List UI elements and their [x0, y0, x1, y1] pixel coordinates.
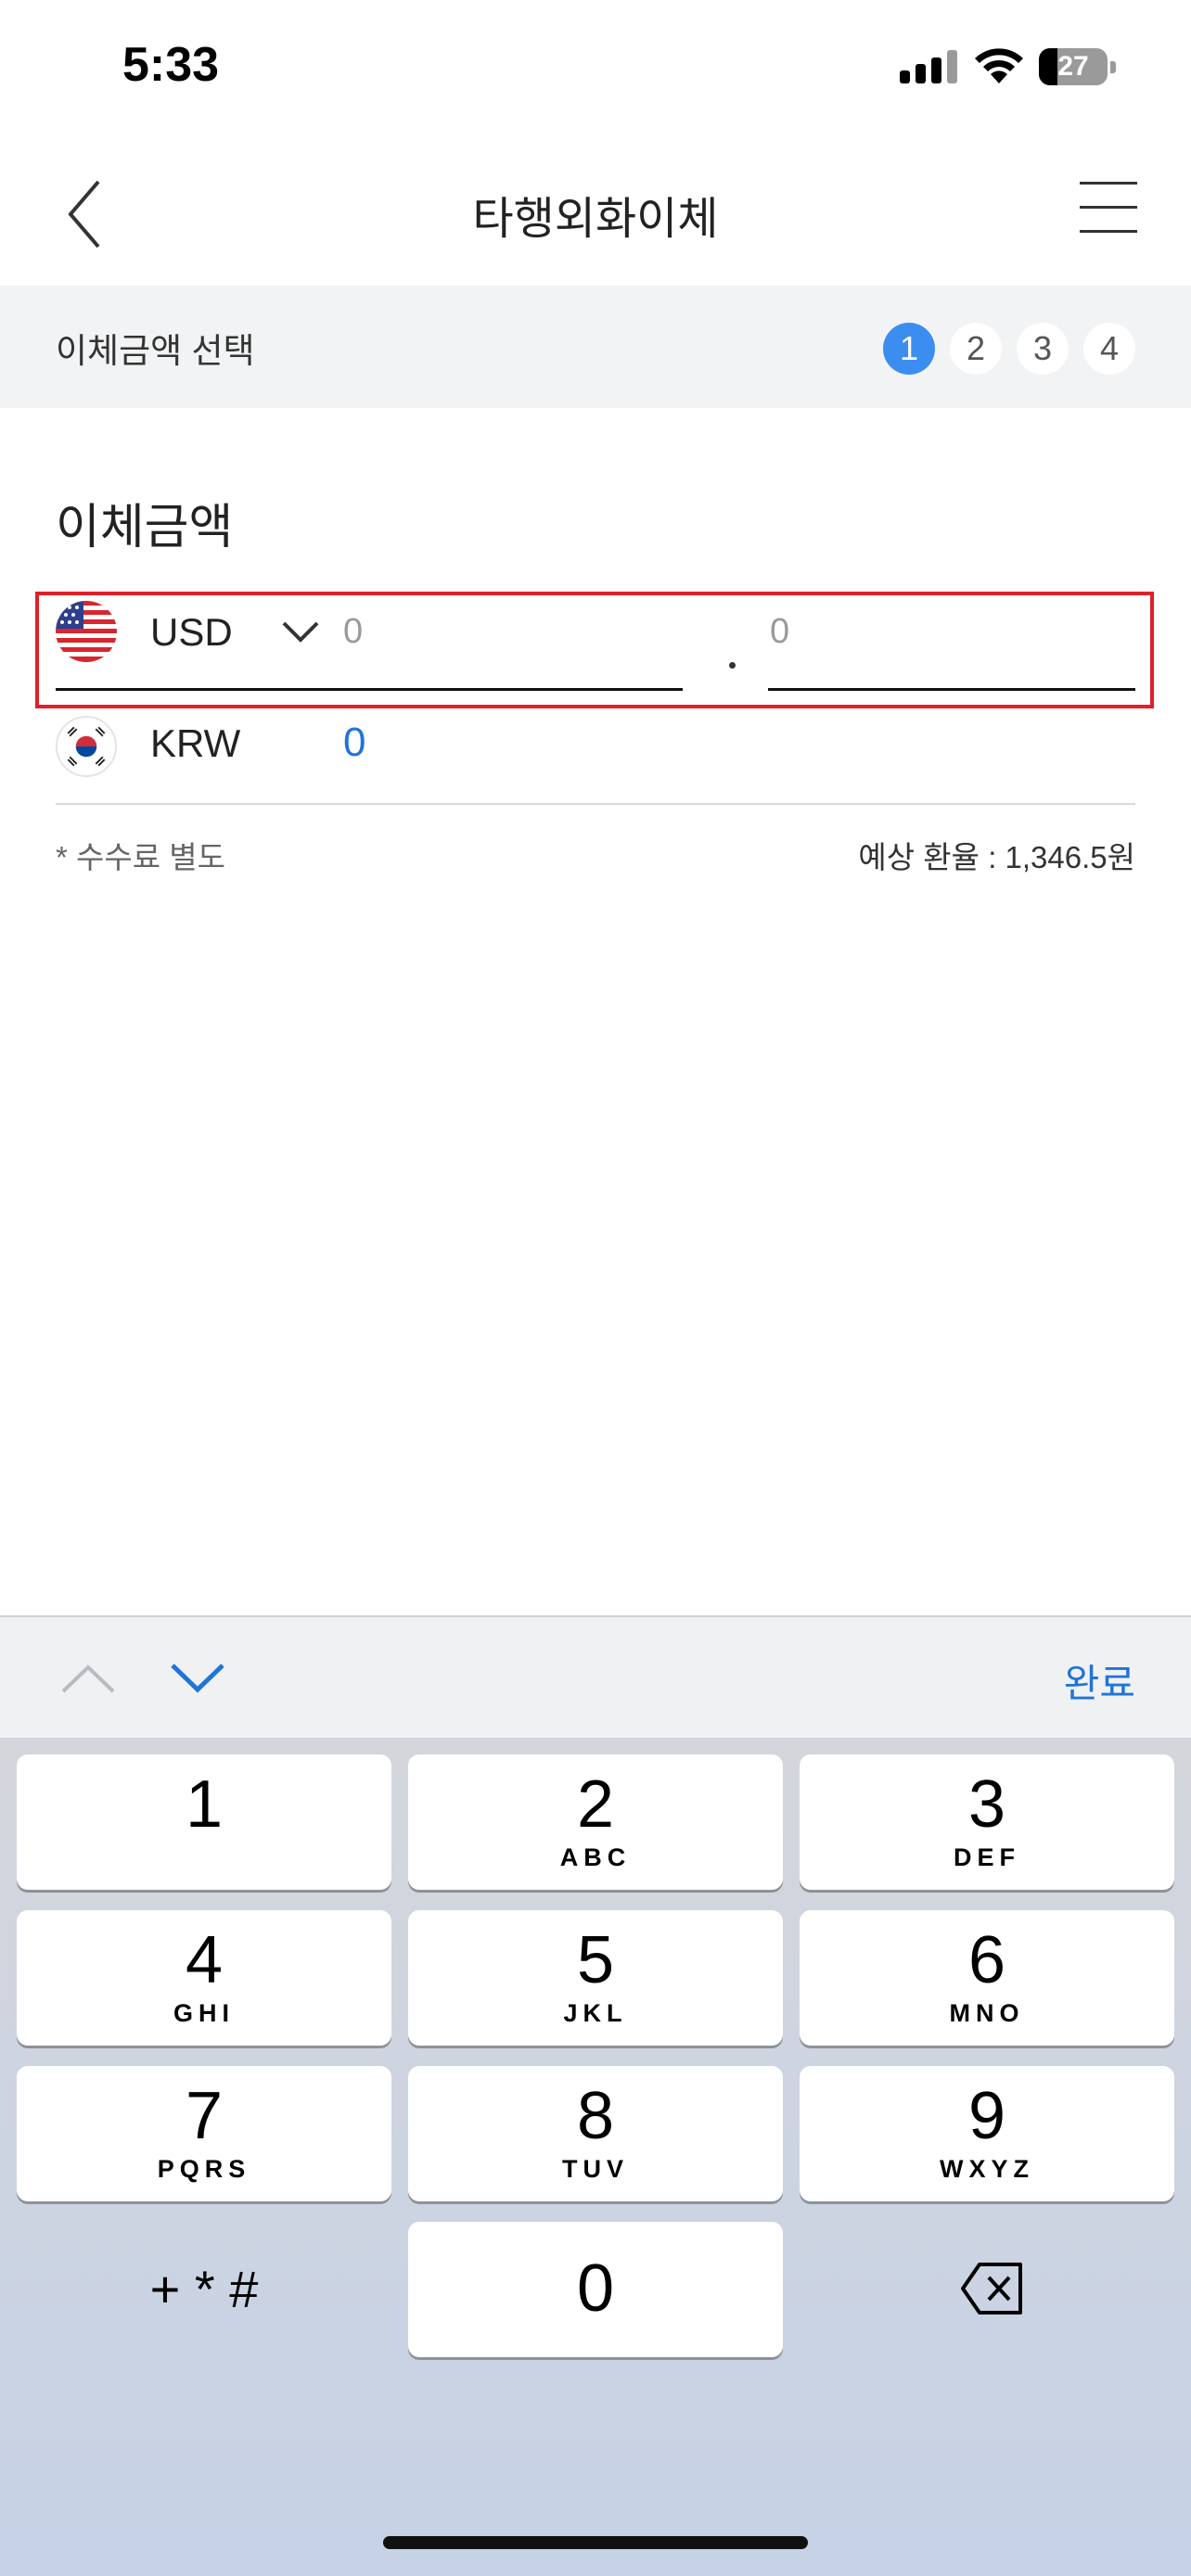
key-9[interactable]: 9 WXYZ: [800, 2066, 1174, 2201]
backspace-icon: [961, 2263, 1022, 2315]
home-indicator: [383, 2536, 808, 2549]
status-time: 5:33: [122, 38, 220, 92]
section-title: 이체금액: [56, 501, 234, 555]
key-letters: GHI: [173, 1999, 235, 2027]
key-2[interactable]: 2 ABC: [408, 1754, 783, 1890]
key-number: 3: [967, 1767, 1006, 1842]
key-number: 8: [576, 2079, 615, 2153]
key-letters: DEF: [954, 1843, 1020, 1871]
key-0[interactable]: 0: [408, 2222, 783, 2357]
chevron-up-icon[interactable]: [59, 1660, 117, 1697]
done-button[interactable]: 완료: [1064, 1652, 1135, 1709]
step-bar: 이체금액 선택 1 2 3 4: [0, 286, 1191, 408]
key-number: 6: [967, 1923, 1006, 1997]
integer-amount-input[interactable]: 0: [343, 612, 363, 652]
key-letters: MNO: [949, 1999, 1025, 2027]
key-number: 7: [185, 2079, 224, 2153]
us-flag-icon: [56, 601, 117, 662]
key-number: 0: [576, 2251, 615, 2326]
decimal-underline: [768, 688, 1135, 691]
key-number: 4: [185, 1923, 224, 1997]
key-letters: ABC: [559, 1843, 632, 1871]
key-number: 1: [185, 1767, 224, 1842]
key-8[interactable]: 8 TUV: [408, 2066, 783, 2201]
integer-underline: [56, 688, 683, 691]
key-3[interactable]: 3 DEF: [800, 1754, 1174, 1890]
page-title: 타행외화이체: [472, 195, 719, 244]
key-letters: JKL: [563, 1999, 628, 2027]
kr-flag-icon: [56, 716, 117, 777]
status-bar: 5:33 27: [0, 0, 1191, 139]
decimal-separator: [729, 662, 736, 669]
keyboard-toolbar: 완료: [0, 1615, 1191, 1738]
key-symbols[interactable]: + * #: [17, 2222, 391, 2357]
battery-level: 27: [1057, 51, 1089, 82]
fee-note: * 수수료 별도: [56, 840, 225, 874]
step-label: 이체금액 선택: [56, 332, 255, 370]
krw-amount: 0: [343, 720, 366, 765]
key-1[interactable]: 1: [17, 1754, 391, 1890]
key-number: 2: [576, 1767, 615, 1842]
key-letters: TUV: [562, 2155, 629, 2183]
delete-key[interactable]: [800, 2222, 1174, 2357]
step-indicator-2: 2: [950, 323, 1002, 375]
key-number: 9: [967, 2079, 1006, 2153]
key-letters: WXYZ: [940, 2155, 1034, 2183]
step-indicator-1: 1: [883, 323, 935, 375]
exchange-rate-note: 예상 환율 : 1,346.5원: [858, 840, 1135, 874]
numeric-keypad: 1 2 ABC 3 DEF 4 GHI 5 JKL 6 MNO 7 PQRS 8…: [0, 1738, 1191, 2576]
key-letters: PQRS: [157, 2155, 251, 2183]
decimal-amount-input[interactable]: 0: [770, 612, 789, 652]
key-number: 5: [576, 1923, 615, 1997]
key-7[interactable]: 7 PQRS: [17, 2066, 391, 2201]
header: 타행외화이체: [0, 139, 1191, 286]
key-4[interactable]: 4 GHI: [17, 1910, 391, 2046]
key-6[interactable]: 6 MNO: [800, 1910, 1174, 2046]
signal-icon: [900, 50, 957, 83]
wifi-icon: [975, 48, 1023, 83]
hamburger-menu-icon[interactable]: [1080, 182, 1141, 236]
battery-icon: 27: [1039, 48, 1117, 85]
step-indicator-4: 4: [1083, 323, 1135, 375]
krw-label: KRW: [150, 721, 241, 765]
chevron-down-icon[interactable]: [278, 616, 323, 647]
currency-select[interactable]: USD: [150, 610, 233, 655]
chevron-down-icon[interactable]: [169, 1660, 226, 1697]
key-5[interactable]: 5 JKL: [408, 1910, 783, 2046]
step-indicator-3: 3: [1017, 323, 1069, 375]
divider: [56, 803, 1135, 805]
